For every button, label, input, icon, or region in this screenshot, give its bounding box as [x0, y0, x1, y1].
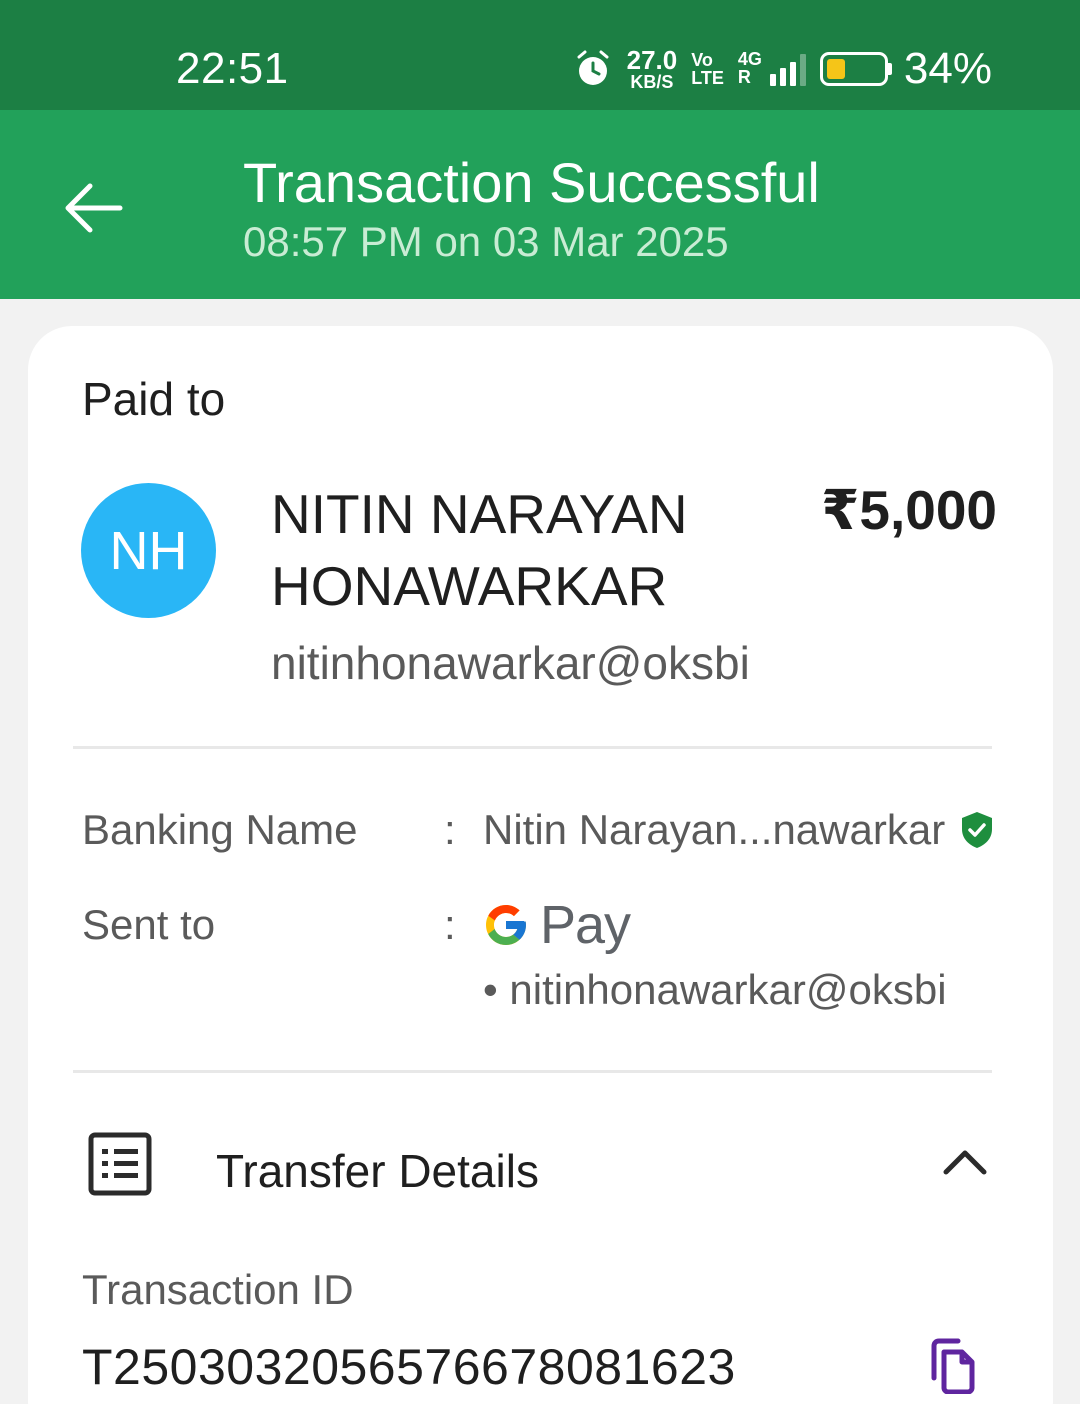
transaction-card: Paid to NH NITIN NARAYAN HONAWARKAR ₹5,0… [28, 326, 1053, 1404]
status-time: 22:51 [176, 44, 289, 93]
amount: ₹5,000 [821, 479, 997, 541]
network-type: 4G [737, 49, 762, 69]
signal-bar [769, 74, 776, 86]
battery-icon: 34% [819, 44, 992, 94]
sent-to-label: Sent to [82, 901, 216, 948]
gpay-text: Pay [540, 895, 631, 955]
payee-upi-id: nitinhonawarkar@oksbi [271, 637, 750, 689]
signal-bar [779, 68, 786, 86]
copy-icon[interactable] [926, 1338, 978, 1394]
avatar: NH [81, 483, 216, 618]
separator: : [444, 901, 456, 948]
volte-top: Vo [691, 50, 713, 70]
banking-name-value: Nitin Narayan...nawarkar [483, 806, 946, 853]
verified-shield-icon [962, 812, 993, 848]
chevron-up-icon[interactable] [942, 1142, 988, 1182]
banking-name-label: Banking Name [82, 806, 358, 853]
divider [73, 746, 992, 749]
signal-bar [789, 62, 796, 86]
divider [73, 1070, 992, 1073]
battery-fill [826, 59, 846, 79]
back-arrow-icon[interactable] [56, 170, 132, 246]
alarm-icon [577, 50, 609, 85]
battery-percent: 34% [903, 44, 992, 93]
transaction-id-label: Transaction ID [82, 1266, 354, 1313]
google-g-icon [486, 905, 526, 945]
page-title: Transaction Successful [243, 151, 820, 214]
volte-indicator: Vo LTE [691, 51, 724, 87]
network-type-label: 4G R [738, 50, 762, 86]
status-icons: 27.0 KB/S Vo LTE 4G R 34% [573, 44, 992, 94]
banking-name-row: Nitin Narayan...nawarkar [483, 806, 995, 854]
net-speed-unit: KB/S [630, 72, 674, 92]
net-speed: 27.0 KB/S [627, 47, 678, 91]
transaction-id: T2503032056576678081623 [82, 1339, 736, 1395]
list-icon [88, 1132, 152, 1196]
net-speed-value: 27.0 [626, 45, 678, 75]
transfer-details-toggle[interactable]: Transfer Details [88, 1132, 988, 1202]
sent-to-upi-id: • nitinhonawarkar@oksbi [483, 966, 947, 1013]
transfer-details-label: Transfer Details [216, 1145, 539, 1197]
gpay-logo: Pay [482, 894, 631, 956]
transaction-datetime: 08:57 PM on 03 Mar 2025 [243, 218, 729, 265]
status-bar: 22:51 27.0 KB/S Vo LTE 4G R 34% [0, 0, 1080, 110]
roaming-indicator: R [737, 67, 751, 87]
header: Transaction Successful 08:57 PM on 03 Ma… [0, 110, 1080, 299]
payee-name: NITIN NARAYAN HONAWARKAR [271, 483, 688, 617]
paid-to-label: Paid to [82, 373, 226, 425]
battery-body [819, 52, 888, 86]
signal-icon: 4G R [738, 50, 806, 86]
avatar-initials: NH [109, 520, 188, 581]
volte-bottom: LTE [691, 68, 724, 88]
signal-bar [799, 54, 806, 86]
battery-tip [887, 63, 892, 75]
separator: : [444, 806, 456, 853]
